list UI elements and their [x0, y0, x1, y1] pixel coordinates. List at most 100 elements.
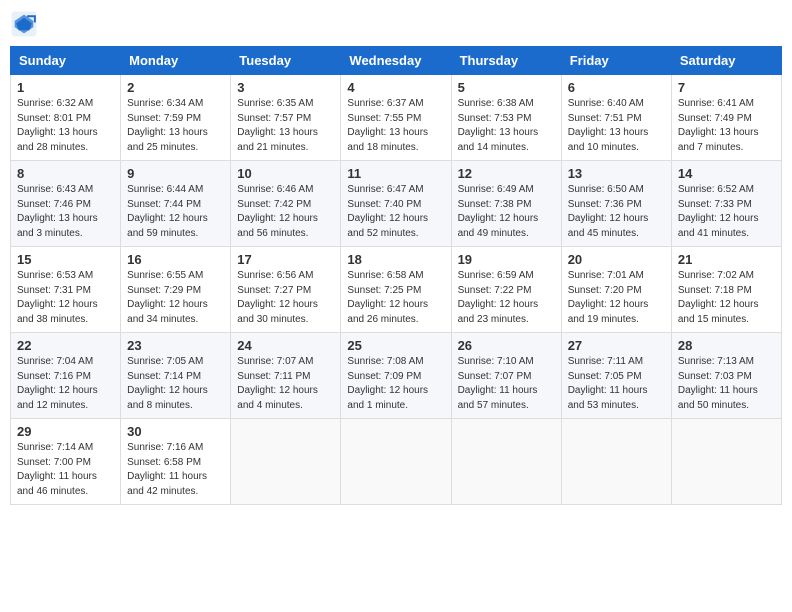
- day-number: 19: [458, 252, 555, 267]
- calendar-cell: 6 Sunrise: 6:40 AM Sunset: 7:51 PM Dayli…: [561, 75, 671, 161]
- day-detail: Sunrise: 6:53 AM Sunset: 7:31 PM Dayligh…: [17, 269, 114, 327]
- day-detail: Sunrise: 7:16 AM Sunset: 6:58 PM Dayligh…: [127, 441, 224, 499]
- calendar-cell: 12 Sunrise: 6:49 AM Sunset: 7:38 PM Dayl…: [451, 161, 561, 247]
- day-detail: Sunrise: 6:49 AM Sunset: 7:38 PM Dayligh…: [458, 183, 555, 241]
- day-number: 4: [347, 80, 444, 95]
- day-detail: Sunrise: 6:37 AM Sunset: 7:55 PM Dayligh…: [347, 97, 444, 155]
- day-detail: Sunrise: 6:44 AM Sunset: 7:44 PM Dayligh…: [127, 183, 224, 241]
- calendar-cell: 24 Sunrise: 7:07 AM Sunset: 7:11 PM Dayl…: [231, 333, 341, 419]
- day-detail: Sunrise: 6:55 AM Sunset: 7:29 PM Dayligh…: [127, 269, 224, 327]
- day-number: 5: [458, 80, 555, 95]
- day-number: 27: [568, 338, 665, 353]
- day-number: 21: [678, 252, 775, 267]
- day-number: 20: [568, 252, 665, 267]
- calendar-cell: 9 Sunrise: 6:44 AM Sunset: 7:44 PM Dayli…: [121, 161, 231, 247]
- calendar-cell: 13 Sunrise: 6:50 AM Sunset: 7:36 PM Dayl…: [561, 161, 671, 247]
- calendar-cell: 5 Sunrise: 6:38 AM Sunset: 7:53 PM Dayli…: [451, 75, 561, 161]
- calendar-cell: 20 Sunrise: 7:01 AM Sunset: 7:20 PM Dayl…: [561, 247, 671, 333]
- day-detail: Sunrise: 6:41 AM Sunset: 7:49 PM Dayligh…: [678, 97, 775, 155]
- day-number: 1: [17, 80, 114, 95]
- logo: [10, 10, 42, 38]
- day-detail: Sunrise: 6:46 AM Sunset: 7:42 PM Dayligh…: [237, 183, 334, 241]
- weekday-header-saturday: Saturday: [671, 47, 781, 75]
- day-number: 16: [127, 252, 224, 267]
- calendar-table: SundayMondayTuesdayWednesdayThursdayFrid…: [10, 46, 782, 505]
- day-number: 23: [127, 338, 224, 353]
- day-detail: Sunrise: 6:34 AM Sunset: 7:59 PM Dayligh…: [127, 97, 224, 155]
- calendar-cell: 4 Sunrise: 6:37 AM Sunset: 7:55 PM Dayli…: [341, 75, 451, 161]
- week-row-4: 22 Sunrise: 7:04 AM Sunset: 7:16 PM Dayl…: [11, 333, 782, 419]
- calendar-cell: 14 Sunrise: 6:52 AM Sunset: 7:33 PM Dayl…: [671, 161, 781, 247]
- calendar-cell: 28 Sunrise: 7:13 AM Sunset: 7:03 PM Dayl…: [671, 333, 781, 419]
- calendar-cell: 23 Sunrise: 7:05 AM Sunset: 7:14 PM Dayl…: [121, 333, 231, 419]
- calendar-cell: 2 Sunrise: 6:34 AM Sunset: 7:59 PM Dayli…: [121, 75, 231, 161]
- week-row-1: 1 Sunrise: 6:32 AM Sunset: 8:01 PM Dayli…: [11, 75, 782, 161]
- calendar-cell: 3 Sunrise: 6:35 AM Sunset: 7:57 PM Dayli…: [231, 75, 341, 161]
- day-detail: Sunrise: 6:58 AM Sunset: 7:25 PM Dayligh…: [347, 269, 444, 327]
- day-number: 22: [17, 338, 114, 353]
- day-detail: Sunrise: 7:11 AM Sunset: 7:05 PM Dayligh…: [568, 355, 665, 413]
- week-row-2: 8 Sunrise: 6:43 AM Sunset: 7:46 PM Dayli…: [11, 161, 782, 247]
- week-row-5: 29 Sunrise: 7:14 AM Sunset: 7:00 PM Dayl…: [11, 419, 782, 505]
- day-number: 11: [347, 166, 444, 181]
- calendar-cell: 21 Sunrise: 7:02 AM Sunset: 7:18 PM Dayl…: [671, 247, 781, 333]
- calendar-cell: [341, 419, 451, 505]
- day-detail: Sunrise: 7:05 AM Sunset: 7:14 PM Dayligh…: [127, 355, 224, 413]
- day-number: 15: [17, 252, 114, 267]
- day-number: 9: [127, 166, 224, 181]
- weekday-header-monday: Monday: [121, 47, 231, 75]
- day-detail: Sunrise: 6:59 AM Sunset: 7:22 PM Dayligh…: [458, 269, 555, 327]
- day-number: 14: [678, 166, 775, 181]
- calendar-cell: 16 Sunrise: 6:55 AM Sunset: 7:29 PM Dayl…: [121, 247, 231, 333]
- day-number: 3: [237, 80, 334, 95]
- day-number: 24: [237, 338, 334, 353]
- day-detail: Sunrise: 6:43 AM Sunset: 7:46 PM Dayligh…: [17, 183, 114, 241]
- day-detail: Sunrise: 7:02 AM Sunset: 7:18 PM Dayligh…: [678, 269, 775, 327]
- day-detail: Sunrise: 6:47 AM Sunset: 7:40 PM Dayligh…: [347, 183, 444, 241]
- calendar-cell: [231, 419, 341, 505]
- day-detail: Sunrise: 7:01 AM Sunset: 7:20 PM Dayligh…: [568, 269, 665, 327]
- day-detail: Sunrise: 7:10 AM Sunset: 7:07 PM Dayligh…: [458, 355, 555, 413]
- day-detail: Sunrise: 7:14 AM Sunset: 7:00 PM Dayligh…: [17, 441, 114, 499]
- logo-icon: [10, 10, 38, 38]
- day-detail: Sunrise: 6:56 AM Sunset: 7:27 PM Dayligh…: [237, 269, 334, 327]
- calendar-cell: 27 Sunrise: 7:11 AM Sunset: 7:05 PM Dayl…: [561, 333, 671, 419]
- calendar-cell: 17 Sunrise: 6:56 AM Sunset: 7:27 PM Dayl…: [231, 247, 341, 333]
- calendar-cell: 1 Sunrise: 6:32 AM Sunset: 8:01 PM Dayli…: [11, 75, 121, 161]
- day-number: 26: [458, 338, 555, 353]
- calendar-cell: [671, 419, 781, 505]
- calendar-cell: 18 Sunrise: 6:58 AM Sunset: 7:25 PM Dayl…: [341, 247, 451, 333]
- weekday-header-row: SundayMondayTuesdayWednesdayThursdayFrid…: [11, 47, 782, 75]
- calendar-cell: 10 Sunrise: 6:46 AM Sunset: 7:42 PM Dayl…: [231, 161, 341, 247]
- day-number: 7: [678, 80, 775, 95]
- day-number: 10: [237, 166, 334, 181]
- day-detail: Sunrise: 6:40 AM Sunset: 7:51 PM Dayligh…: [568, 97, 665, 155]
- calendar-cell: 26 Sunrise: 7:10 AM Sunset: 7:07 PM Dayl…: [451, 333, 561, 419]
- calendar-cell: 7 Sunrise: 6:41 AM Sunset: 7:49 PM Dayli…: [671, 75, 781, 161]
- weekday-header-friday: Friday: [561, 47, 671, 75]
- calendar-cell: [451, 419, 561, 505]
- day-number: 25: [347, 338, 444, 353]
- calendar-cell: [561, 419, 671, 505]
- day-number: 30: [127, 424, 224, 439]
- calendar-cell: 25 Sunrise: 7:08 AM Sunset: 7:09 PM Dayl…: [341, 333, 451, 419]
- calendar-cell: 19 Sunrise: 6:59 AM Sunset: 7:22 PM Dayl…: [451, 247, 561, 333]
- day-detail: Sunrise: 7:08 AM Sunset: 7:09 PM Dayligh…: [347, 355, 444, 413]
- calendar-cell: 11 Sunrise: 6:47 AM Sunset: 7:40 PM Dayl…: [341, 161, 451, 247]
- weekday-header-thursday: Thursday: [451, 47, 561, 75]
- day-number: 2: [127, 80, 224, 95]
- day-number: 18: [347, 252, 444, 267]
- day-detail: Sunrise: 6:50 AM Sunset: 7:36 PM Dayligh…: [568, 183, 665, 241]
- weekday-header-tuesday: Tuesday: [231, 47, 341, 75]
- day-number: 13: [568, 166, 665, 181]
- day-number: 8: [17, 166, 114, 181]
- day-detail: Sunrise: 6:52 AM Sunset: 7:33 PM Dayligh…: [678, 183, 775, 241]
- calendar-cell: 8 Sunrise: 6:43 AM Sunset: 7:46 PM Dayli…: [11, 161, 121, 247]
- day-detail: Sunrise: 6:38 AM Sunset: 7:53 PM Dayligh…: [458, 97, 555, 155]
- day-detail: Sunrise: 7:07 AM Sunset: 7:11 PM Dayligh…: [237, 355, 334, 413]
- week-row-3: 15 Sunrise: 6:53 AM Sunset: 7:31 PM Dayl…: [11, 247, 782, 333]
- day-detail: Sunrise: 7:13 AM Sunset: 7:03 PM Dayligh…: [678, 355, 775, 413]
- day-number: 28: [678, 338, 775, 353]
- day-detail: Sunrise: 6:32 AM Sunset: 8:01 PM Dayligh…: [17, 97, 114, 155]
- page-header: [10, 10, 782, 38]
